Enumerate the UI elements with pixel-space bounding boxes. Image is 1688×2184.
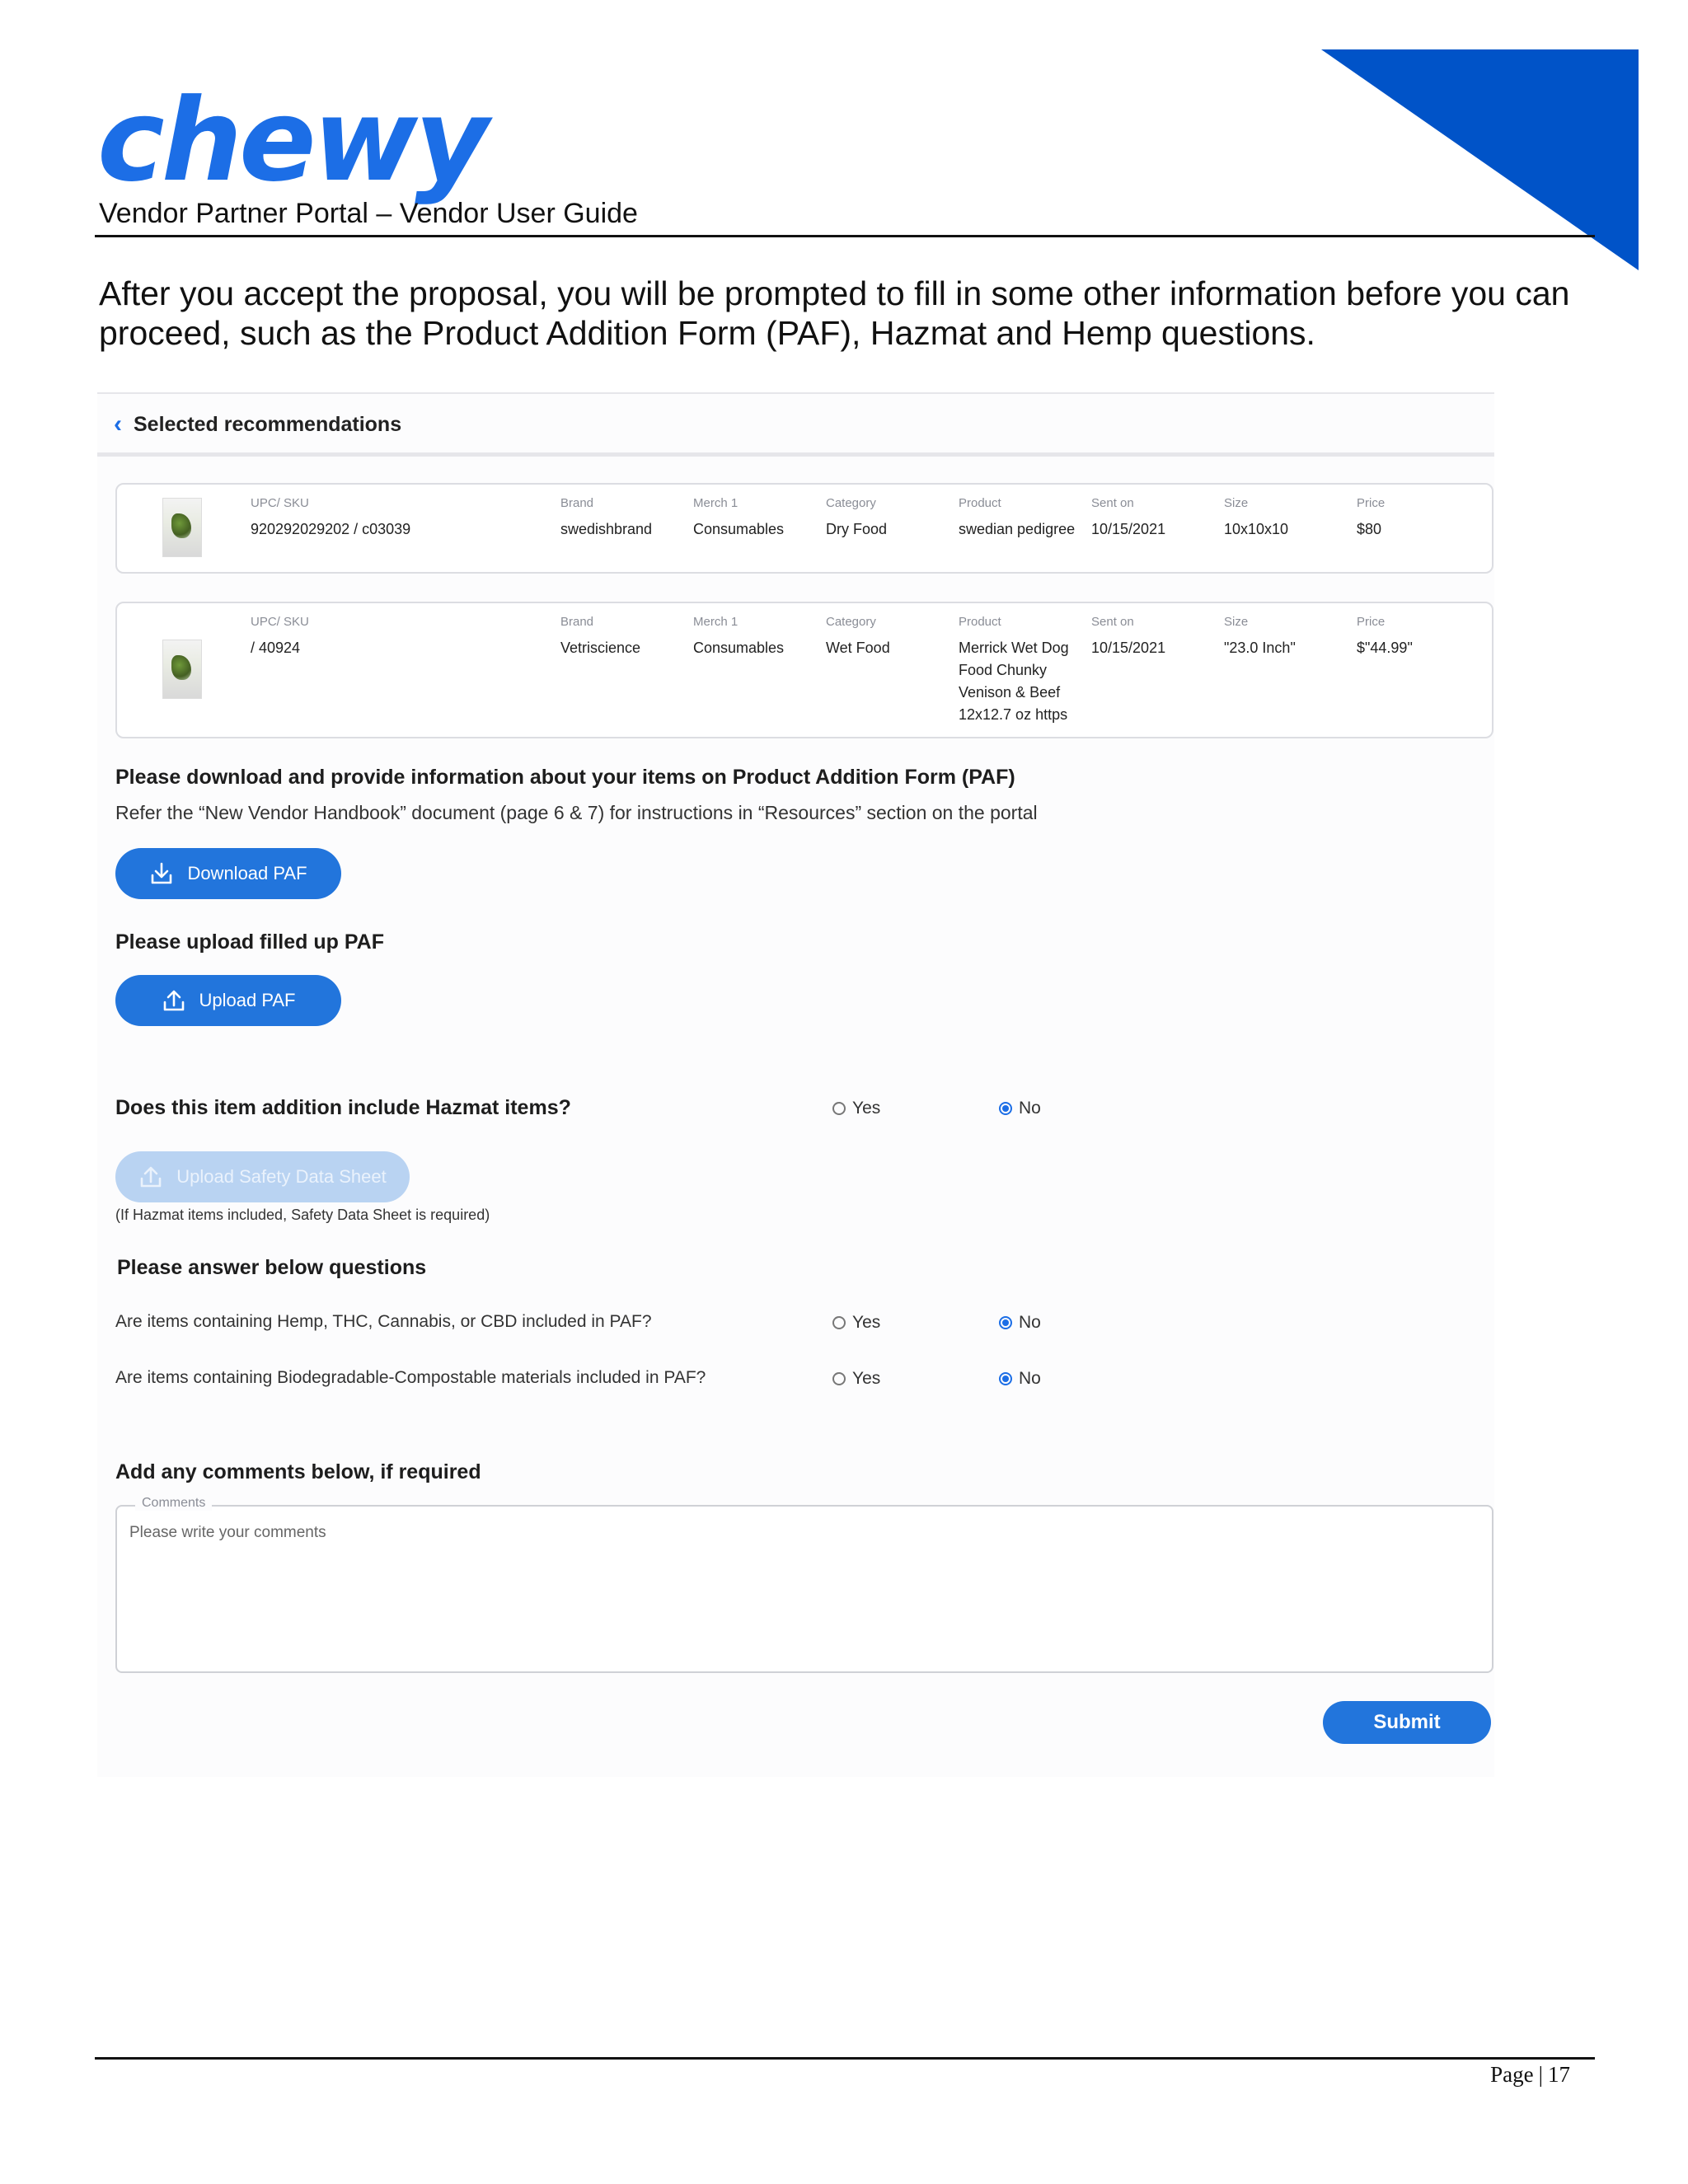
sent-column: Sent on 10/15/2021 <box>1091 495 1165 541</box>
header-divider <box>95 235 1595 237</box>
hazmat-question: Does this item addition include Hazmat i… <box>115 1096 571 1119</box>
price-value: $80 <box>1357 521 1382 537</box>
radio-circle-selected <box>999 1372 1012 1385</box>
price-column: Price $80 <box>1357 495 1385 541</box>
merch-value: Consumables <box>693 521 785 537</box>
page-label: Page <box>1490 2062 1534 2087</box>
hemp-no-radio[interactable]: No <box>999 1313 1041 1333</box>
recommendation-card[interactable]: UPC/ SKU 920292029202 / c03039 Brand swe… <box>115 483 1493 574</box>
upc-value: / 40924 <box>251 640 301 656</box>
brand-value: Vetriscience <box>560 640 641 656</box>
price-column: Price $"44.99" <box>1357 614 1413 659</box>
merch-column: Merch 1 Consumables <box>693 495 784 541</box>
upload-icon <box>163 990 184 1011</box>
chewy-logo: chewy <box>97 74 489 207</box>
download-paf-label: Download PAF <box>187 863 307 883</box>
biodegradable-question: Are items containing Biodegradable-Compo… <box>115 1368 706 1387</box>
hemp-yes-radio[interactable]: Yes <box>832 1313 880 1333</box>
comments-heading: Add any comments below, if required <box>115 1460 481 1483</box>
page-separator: | <box>1538 2062 1543 2087</box>
category-column: Category Dry Food <box>826 495 887 541</box>
product-value: swedian pedigree <box>959 521 1076 537</box>
upload-safety-data-sheet-button[interactable]: Upload Safety Data Sheet <box>115 1151 410 1202</box>
recommendation-card[interactable]: UPC/ SKU / 40924 Brand Vetriscience Merc… <box>115 602 1493 738</box>
merch-value: Consumables <box>693 640 785 656</box>
radio-circle <box>832 1372 846 1385</box>
sds-note: (If Hazmat items included, Safety Data S… <box>115 1207 490 1223</box>
header-divider-bar <box>97 452 1494 457</box>
product-column: Product swedian pedigree <box>959 495 1082 541</box>
hazmat-no-radio[interactable]: No <box>999 1099 1041 1118</box>
upload-sds-label: Upload Safety Data Sheet <box>176 1166 387 1187</box>
merch-column: Merch 1 Consumables <box>693 614 784 659</box>
page-number: Page | 17 <box>1490 2062 1570 2088</box>
price-value: $"44.99" <box>1357 640 1413 656</box>
radio-circle-selected <box>999 1316 1012 1329</box>
back-label: Selected recommendations <box>134 412 402 436</box>
upload-icon <box>140 1166 162 1188</box>
comments-label: Comments <box>135 1496 213 1511</box>
chevron-left-icon: ‹ <box>114 410 122 438</box>
intro-paragraph: After you accept the proposal, you will … <box>99 274 1570 352</box>
questions-heading: Please answer below questions <box>117 1256 427 1279</box>
product-thumbnail <box>162 498 202 557</box>
sent-value: 10/15/2021 <box>1091 640 1166 656</box>
size-column: Size 10x10x10 <box>1224 495 1288 541</box>
product-value: Merrick Wet Dog Food Chunky Venison & Be… <box>959 640 1069 723</box>
upload-paf-heading: Please upload filled up PAF <box>115 930 384 954</box>
paf-instructions: Refer the “New Vendor Handbook” document… <box>115 802 1038 823</box>
hemp-question: Are items containing Hemp, THC, Cannabis… <box>115 1312 652 1331</box>
document-subtitle: Vendor Partner Portal – Vendor User Guid… <box>99 198 638 229</box>
back-to-recommendations[interactable]: ‹ Selected recommendations <box>114 410 401 438</box>
product-thumbnail <box>162 640 202 699</box>
upload-paf-button[interactable]: Upload PAF <box>115 975 341 1026</box>
brand-column: Brand Vetriscience <box>560 614 640 659</box>
panel-top-divider <box>97 392 1494 394</box>
footer-divider <box>95 2057 1595 2060</box>
submit-button[interactable]: Submit <box>1323 1701 1491 1744</box>
category-value: Wet Food <box>826 640 890 656</box>
product-column: Product Merrick Wet Dog Food Chunky Veni… <box>959 614 1082 726</box>
paf-heading: Please download and provide information … <box>115 766 1015 789</box>
brand-column: Brand swedishbrand <box>560 495 652 541</box>
upload-paf-label: Upload PAF <box>199 990 296 1010</box>
brand-value: swedishbrand <box>560 521 653 537</box>
page-number-value: 17 <box>1548 2062 1570 2087</box>
radio-circle <box>832 1102 846 1115</box>
comments-placeholder: Please write your comments <box>129 1524 326 1541</box>
hazmat-yes-radio[interactable]: Yes <box>832 1099 880 1118</box>
size-column: Size "23.0 Inch" <box>1224 614 1296 659</box>
upc-column: UPC/ SKU 920292029202 / c03039 <box>251 495 410 541</box>
download-icon <box>152 862 172 884</box>
category-value: Dry Food <box>826 521 888 537</box>
upc-column: UPC/ SKU / 40924 <box>251 614 309 659</box>
radio-circle <box>832 1316 846 1329</box>
radio-circle-selected <box>999 1102 1012 1115</box>
upc-value: 920292029202 / c03039 <box>251 521 411 537</box>
sent-column: Sent on 10/15/2021 <box>1091 614 1165 659</box>
category-column: Category Wet Food <box>826 614 890 659</box>
download-paf-button[interactable]: Download PAF <box>115 848 341 899</box>
biodegradable-yes-radio[interactable]: Yes <box>832 1369 880 1389</box>
size-value: "23.0 Inch" <box>1224 640 1296 656</box>
size-value: 10x10x10 <box>1224 521 1289 537</box>
biodegradable-no-radio[interactable]: No <box>999 1369 1041 1389</box>
sent-value: 10/15/2021 <box>1091 521 1166 537</box>
